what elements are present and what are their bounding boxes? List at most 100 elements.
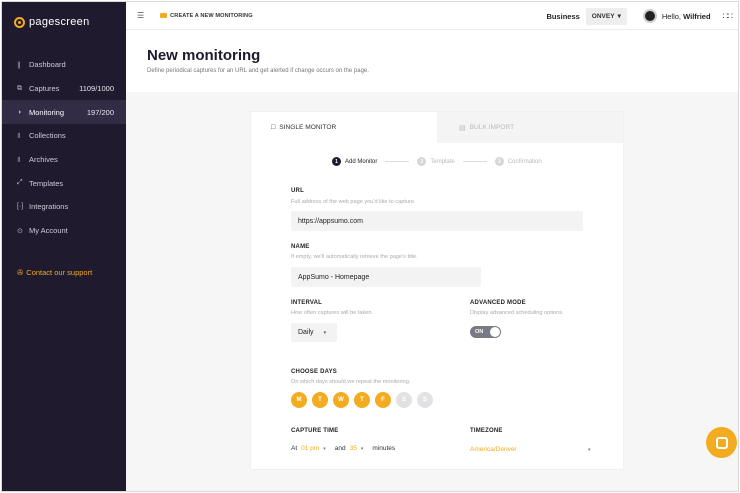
page-subtitle: Define periodical captures for an URL an… [147,68,369,74]
user-greeting: Hello, Wilfried [662,12,711,21]
toggle-state: ON [475,329,484,335]
name-label: NAME [291,244,310,250]
chat-icon [715,436,728,449]
tab-label: BULK IMPORT [469,124,515,131]
app-window: pagescreen ∥ Dashboard ⧉ Captures 1109/1… [1,1,739,492]
day-thursday[interactable]: T [354,392,370,408]
chevron-down-icon: ▾ [360,445,364,452]
advanced-mode-help: Display advanced scheduling options. [470,310,564,316]
chevron-down-icon: ▾ [323,329,327,336]
and-label: and [334,445,346,452]
advanced-mode-toggle[interactable]: ON [470,326,501,338]
monitor-form-card: □ SINGLE MONITOR ▤ BULK IMPORT 1 Add Mon… [251,112,623,469]
sidebar-item-templates[interactable]: ⤢ Templates [2,171,126,195]
step-label: Add Monitor [345,158,378,165]
day-saturday[interactable]: S [396,392,412,408]
sidebar-item-integrations[interactable]: [·] Integrations [2,195,126,219]
day-monday[interactable]: M [291,392,307,408]
tab-bulk-import[interactable]: ▤ BULK IMPORT [437,112,623,143]
captures-icon: ⧉ [17,84,22,92]
sidebar-item-captures[interactable]: ⧉ Captures 1109/1000 [2,77,126,101]
breadcrumb: CREATE A NEW MONITORING [160,12,253,19]
support-label: Contact our support [26,268,93,277]
sidebar-item-label: Dashboard [29,60,66,70]
step-label: Template [430,158,455,165]
choose-days-help: On which days should we repeat the monit… [291,379,411,385]
tab-label: SINGLE MONITOR [279,124,337,131]
sidebar-item-label: Captures [29,84,60,94]
step-template: 2 Template [417,157,455,166]
avatar[interactable] [642,9,657,23]
minutes-label: minutes [372,445,396,452]
step-label: Confirmation [507,158,542,165]
page-title: New monitoring [147,47,261,64]
sidebar-item-label: Collections [29,131,66,141]
sidebar-item-dashboard[interactable]: ∥ Dashboard [2,53,126,77]
interval-help: How often captures will be taken. [291,310,374,316]
greeting-text: Hello, [661,11,682,21]
tab-bar: □ SINGLE MONITOR ▤ BULK IMPORT [251,112,623,143]
monitor-icon: □ [271,124,276,131]
step-number: 1 [332,157,341,166]
day-picker: M T W T F S S [291,392,433,408]
sidebar-item-collections[interactable]: ⫫ Collections [2,124,126,148]
minute-select[interactable]: 35 [350,445,357,452]
business-select-value: ONVEY [591,12,615,20]
contact-support-link[interactable]: ✇ Contact our support [17,268,92,277]
sidebar-item-label: Archives [29,155,58,165]
sidebar-item-label: Integrations [29,202,69,212]
menu-toggle-icon[interactable]: ☰ [137,11,144,20]
chevron-down-icon[interactable]: ▾ [588,447,591,453]
page-header: New monitoring Define periodical capture… [126,30,738,92]
sidebar-item-monitoring[interactable]: ◑ Monitoring 197/200 [2,100,126,125]
logo[interactable]: pagescreen [14,16,90,28]
wizard-steps: 1 Add Monitor 2 Template 3 Confirmation [332,157,542,166]
logo-icon [14,16,25,28]
url-label: URL [291,188,304,194]
hour-select[interactable]: 01 pm [301,445,319,452]
apps-grid-icon[interactable]: ∷∷ [723,11,734,22]
step-divider [462,161,487,162]
chevron-down-icon: ▾ [323,445,326,452]
step-add-monitor: 1 Add Monitor [332,157,377,166]
url-help: Full address of the web page you'd like … [291,199,416,205]
advanced-mode-label: ADVANCED MODE [470,300,526,306]
step-confirmation: 3 Confirmation [494,157,542,166]
user-icon: ⊙ [17,227,23,235]
sidebar-nav: ∥ Dashboard ⧉ Captures 1109/1000 ◑ Monit… [2,53,126,243]
capture-time-label: CAPTURE TIME [291,428,339,434]
business-select[interactable]: ONVEY ▾ [585,7,627,25]
tab-single-monitor[interactable]: □ SINGLE MONITOR [251,112,437,143]
choose-days-label: CHOOSE DAYS [291,369,337,375]
url-input[interactable]: https://appsumo.com [291,211,583,231]
capture-time-row: At 01 pm ▾ and 35 ▾ minutes [291,445,395,452]
day-wednesday[interactable]: W [333,392,349,408]
monitoring-count: 197/200 [86,107,114,117]
breadcrumb-label: CREATE A NEW MONITORING [170,12,253,19]
monitoring-icon: ◑ [17,108,22,116]
templates-icon: ⤢ [17,179,23,187]
step-divider [385,161,410,162]
step-number: 3 [494,157,504,166]
sidebar-item-label: Templates [29,178,64,188]
day-friday[interactable]: F [375,392,391,408]
support-icon: ✇ [17,268,24,277]
sidebar-item-my-account[interactable]: ⊙ My Account [2,219,126,243]
chat-launcher-button[interactable] [706,427,737,458]
bar-chart-icon: ∥ [17,61,21,69]
top-bar: ☰ CREATE A NEW MONITORING Business ONVEY… [126,2,738,30]
sidebar-item-label: Monitoring [29,107,65,117]
folder-icon [160,13,168,18]
logo-text: pagescreen [29,16,90,28]
business-label: Business [546,11,580,21]
name-help: If empty, we'll automatically retrieve t… [291,254,418,260]
timezone-select[interactable]: America/Denver [470,446,517,453]
sidebar-item-archives[interactable]: ⫫ Archives [2,148,126,172]
day-sunday[interactable]: S [417,392,433,408]
timezone-label: TIMEZONE [470,428,503,434]
interval-select[interactable]: Daily ▾ [291,323,337,342]
name-input[interactable]: AppSumo - Homepage [291,267,481,287]
interval-label: INTERVAL [291,300,323,306]
integrations-icon: [·] [17,203,24,211]
day-tuesday[interactable]: T [312,392,328,408]
